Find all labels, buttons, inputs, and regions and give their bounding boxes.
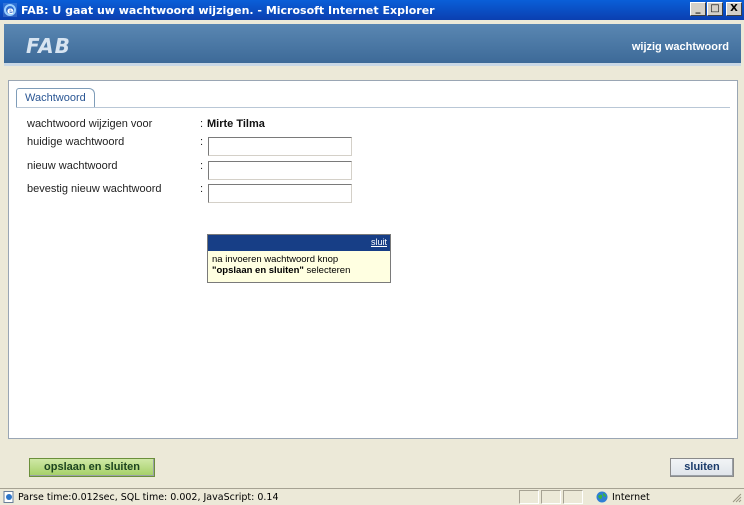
- window-title: FAB: U gaat uw wachtwoord wijzigen. - Mi…: [21, 3, 435, 17]
- user-label: wachtwoord wijzigen voor: [27, 118, 153, 130]
- help-text-line2: "opslaan en sluiten" selecteren: [212, 265, 386, 276]
- user-name-value: Mirte Tilma: [207, 118, 265, 130]
- page-title: wijzig wachtwoord: [631, 41, 729, 53]
- app-header: FAB wijzig wachtwoord: [4, 24, 741, 66]
- status-cells: [519, 490, 585, 504]
- help-popup-header: sluit: [208, 235, 390, 251]
- internet-explorer-icon: e: [3, 3, 17, 17]
- confirm-password-label: bevestig nieuw wachtwoord: [27, 183, 162, 195]
- status-cell: [541, 490, 561, 504]
- colon: :: [200, 160, 204, 172]
- tab-divider: [16, 107, 730, 108]
- new-password-label: nieuw wachtwoord: [27, 160, 118, 172]
- close-button[interactable]: sluiten: [670, 458, 734, 477]
- help-text-suffix: selecteren: [303, 265, 351, 276]
- window-titlebar[interactable]: e FAB: U gaat uw wachtwoord wijzigen. - …: [0, 0, 744, 20]
- close-window-button[interactable]: X: [726, 2, 742, 16]
- minimize-button[interactable]: _: [690, 2, 706, 16]
- current-password-label: huidige wachtwoord: [27, 136, 125, 148]
- save-and-close-button[interactable]: opslaan en sluiten: [29, 458, 155, 477]
- security-zone[interactable]: Internet: [596, 490, 650, 504]
- colon: :: [200, 183, 204, 195]
- help-popup-body: na invoeren wachtwoord knop "opslaan en …: [208, 251, 390, 279]
- help-popup: sluit na invoeren wachtwoord knop "opsla…: [207, 234, 391, 283]
- page-icon: [3, 491, 14, 503]
- status-cell: [519, 490, 539, 504]
- help-text-button-name: "opslaan en sluiten": [212, 265, 304, 276]
- help-text-line1: na invoeren wachtwoord knop: [212, 254, 339, 265]
- popup-close-link[interactable]: sluit: [371, 237, 387, 247]
- globe-icon: [596, 491, 608, 503]
- status-text: Parse time:0.012sec, SQL time: 0.002, Ja…: [18, 491, 279, 503]
- brand-logo: FAB: [26, 34, 71, 58]
- colon: :: [200, 118, 204, 130]
- status-bar: Parse time:0.012sec, SQL time: 0.002, Ja…: [0, 488, 744, 505]
- svg-text:e: e: [7, 6, 14, 17]
- resize-grip-icon[interactable]: [732, 493, 742, 503]
- window-controls: _ □ X: [690, 2, 742, 16]
- status-cell: [563, 490, 583, 504]
- tab-wachtwoord[interactable]: Wachtwoord: [16, 88, 95, 108]
- zone-label: Internet: [612, 491, 650, 503]
- colon: :: [200, 136, 204, 148]
- current-password-input[interactable]: [208, 137, 352, 156]
- maximize-button[interactable]: □: [707, 2, 723, 16]
- new-password-input[interactable]: [208, 161, 352, 180]
- confirm-password-input[interactable]: [208, 184, 352, 203]
